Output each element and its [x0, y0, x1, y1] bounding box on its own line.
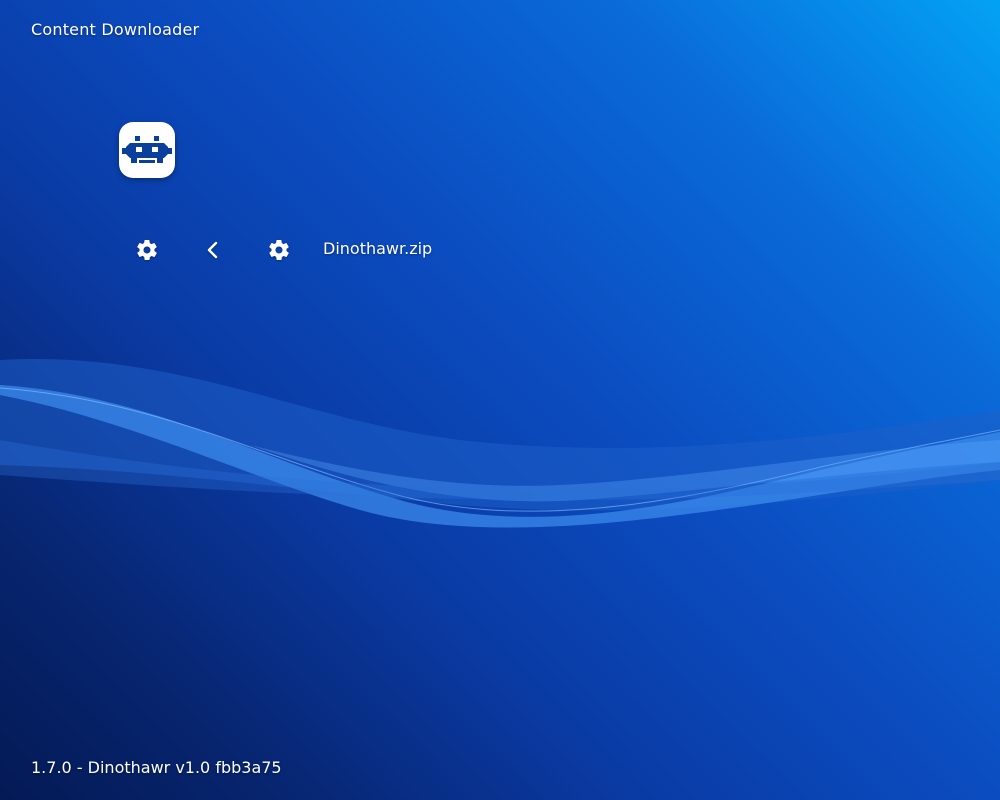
entry-label-dinothawr[interactable]: Dinothawr.zip	[323, 239, 432, 258]
app-tile[interactable]	[119, 122, 175, 178]
menu-screen: Content Downloader Dinothawr.zip 1.7.0 -…	[0, 0, 1000, 800]
page-title: Content Downloader	[31, 20, 200, 39]
retroarch-invader-icon	[122, 136, 172, 163]
chevron-left-icon[interactable]	[199, 236, 227, 264]
item-gear-icon	[265, 236, 293, 264]
version-footer: 1.7.0 - Dinothawr v1.0 fbb3a75	[31, 758, 282, 777]
gear-icon[interactable]	[133, 236, 161, 264]
background-waves	[0, 359, 1000, 528]
